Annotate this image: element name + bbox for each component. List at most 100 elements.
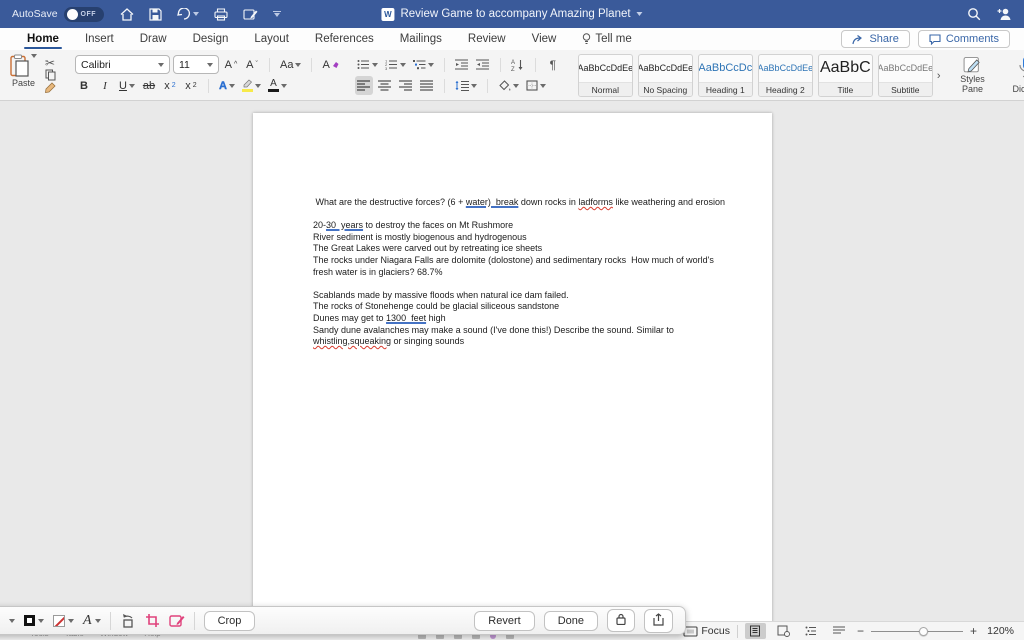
tab-layout[interactable]: Layout bbox=[241, 28, 302, 50]
print-icon[interactable] bbox=[213, 7, 228, 21]
tab-mailings[interactable]: Mailings bbox=[387, 28, 455, 50]
home-icon[interactable] bbox=[120, 7, 134, 21]
rotate-button[interactable] bbox=[120, 613, 136, 628]
style-normal[interactable]: AaBbCcDdEe Normal bbox=[577, 53, 633, 97]
document-line[interactable]: 20-30 years to destroy the faces on Mt R… bbox=[313, 220, 752, 232]
style-heading-2[interactable]: AaBbCcDdEe Heading 2 bbox=[757, 53, 813, 97]
multilevel-list-button[interactable] bbox=[411, 55, 436, 74]
annotate-button[interactable] bbox=[168, 614, 185, 628]
strikethrough-button[interactable]: ab bbox=[140, 76, 158, 95]
save-icon[interactable] bbox=[148, 7, 162, 21]
dictate-button[interactable]: Dictate bbox=[1004, 54, 1024, 96]
style-title[interactable]: AaBbC Title bbox=[817, 53, 873, 97]
zoom-out-button[interactable]: − bbox=[857, 624, 864, 638]
highlight-button[interactable] bbox=[240, 76, 263, 95]
window-title[interactable]: W Review Game to accompany Amazing Plane… bbox=[381, 7, 643, 21]
crop-button[interactable]: Crop bbox=[203, 610, 256, 631]
document-line[interactable]: The rocks under Niagara Falls are dolomi… bbox=[313, 255, 752, 267]
draft-view-button[interactable] bbox=[829, 623, 850, 639]
document-line[interactable]: Scablands made by massive floods when na… bbox=[313, 290, 752, 302]
text-effects-button[interactable]: A bbox=[217, 76, 237, 95]
styles-pane-button[interactable]: Styles Pane bbox=[950, 54, 994, 96]
document-line[interactable]: whistling,squeaking or singing sounds bbox=[313, 336, 752, 348]
font-family-select[interactable]: Calibri bbox=[75, 55, 170, 74]
italic-button[interactable]: I bbox=[96, 76, 114, 95]
font-color-button[interactable]: A bbox=[266, 76, 289, 95]
align-center-button[interactable] bbox=[376, 76, 394, 95]
style-no-spacing[interactable]: AaBbCcDdEe No Spacing bbox=[637, 53, 693, 97]
shape-style-button[interactable] bbox=[24, 615, 44, 626]
align-left-button[interactable] bbox=[354, 76, 373, 95]
document-line[interactable]: What are the destructive forces? (6 + wa… bbox=[313, 197, 752, 209]
subscript-button[interactable]: x2 bbox=[161, 76, 179, 95]
zoom-in-button[interactable]: + bbox=[970, 624, 977, 638]
show-formatting-marks-button[interactable]: ¶ bbox=[544, 55, 562, 74]
clear-formatting-button[interactable]: A bbox=[320, 55, 340, 74]
share-button[interactable]: Share bbox=[841, 30, 910, 48]
text-style-button[interactable]: A bbox=[83, 613, 101, 629]
markup-overflow-chevron-icon[interactable] bbox=[9, 618, 15, 623]
border-color-button[interactable] bbox=[53, 614, 74, 627]
zoom-slider-knob[interactable] bbox=[918, 626, 928, 636]
tab-view[interactable]: View bbox=[519, 28, 570, 50]
numbered-list-button[interactable]: 123 bbox=[383, 55, 408, 74]
document-line[interactable]: fresh water is in glaciers? 68.7% bbox=[313, 267, 752, 279]
decrease-indent-button[interactable] bbox=[453, 55, 471, 74]
bullet-list-button[interactable] bbox=[355, 55, 380, 74]
autosave-toggle[interactable]: OFF bbox=[63, 6, 104, 22]
underline-button[interactable]: U bbox=[117, 76, 137, 95]
justify-button[interactable] bbox=[418, 76, 436, 95]
tab-references[interactable]: References bbox=[302, 28, 387, 50]
tab-design[interactable]: Design bbox=[180, 28, 242, 50]
line-spacing-button[interactable] bbox=[453, 76, 479, 95]
print-layout-view-button[interactable] bbox=[744, 623, 766, 639]
tab-tell-me[interactable]: Tell me bbox=[569, 28, 644, 50]
document-page[interactable]: What are the destructive forces? (6 + wa… bbox=[253, 113, 772, 640]
sort-button[interactable]: AZ bbox=[509, 55, 527, 74]
focus-button[interactable]: Focus bbox=[683, 625, 730, 637]
undo-chevron-icon[interactable] bbox=[192, 12, 199, 16]
tab-draw[interactable]: Draw bbox=[127, 28, 180, 50]
borders-button[interactable] bbox=[524, 76, 548, 95]
tab-review[interactable]: Review bbox=[455, 28, 519, 50]
done-button[interactable]: Done bbox=[543, 610, 598, 631]
superscript-button[interactable]: x2 bbox=[182, 76, 200, 95]
document-line[interactable] bbox=[313, 278, 752, 290]
title-chevron-icon[interactable] bbox=[636, 12, 643, 16]
undo-button[interactable] bbox=[176, 8, 199, 20]
web-layout-view-button[interactable] bbox=[773, 623, 794, 639]
shrink-font-button[interactable]: Aˇ bbox=[243, 55, 261, 74]
account-icon[interactable] bbox=[997, 7, 1012, 21]
lock-button[interactable] bbox=[607, 609, 635, 632]
style-heading-1[interactable]: AaBbCcDc Heading 1 bbox=[697, 53, 753, 97]
tab-insert[interactable]: Insert bbox=[72, 28, 127, 50]
document-line[interactable] bbox=[313, 209, 752, 221]
outline-view-button[interactable] bbox=[801, 623, 822, 639]
font-size-select[interactable]: 11 bbox=[173, 55, 219, 74]
toolbar-overflow-icon[interactable] bbox=[272, 10, 281, 18]
paste-chevron-icon[interactable] bbox=[31, 54, 37, 58]
increase-indent-button[interactable] bbox=[474, 55, 492, 74]
bold-button[interactable]: B bbox=[75, 76, 93, 95]
document-line[interactable]: Sandy dune avalanches may make a sound (… bbox=[313, 325, 752, 337]
cut-icon[interactable]: ✂ bbox=[41, 56, 59, 70]
styles-gallery-more-button[interactable]: › bbox=[937, 54, 941, 97]
comments-button[interactable]: Comments bbox=[917, 30, 1010, 48]
format-painter-icon[interactable] bbox=[41, 82, 59, 95]
share-sheet-button[interactable] bbox=[644, 608, 673, 633]
crop-tool-button[interactable] bbox=[145, 613, 160, 628]
document-text[interactable]: What are the destructive forces? (6 + wa… bbox=[313, 197, 752, 348]
paste-button[interactable]: Paste bbox=[10, 54, 37, 96]
document-line[interactable]: Dunes may get to 1300 feet high bbox=[313, 313, 752, 325]
document-line[interactable]: The Great Lakes were carved out by retre… bbox=[313, 243, 752, 255]
document-line[interactable]: The rocks of Stonehenge could be glacial… bbox=[313, 301, 752, 313]
tab-home[interactable]: Home bbox=[14, 28, 72, 50]
style-subtitle[interactable]: AaBbCcDdEe Subtitle bbox=[877, 53, 933, 97]
document-line[interactable]: River sediment is mostly biogenous and h… bbox=[313, 232, 752, 244]
grow-font-button[interactable]: A ^ bbox=[222, 55, 240, 74]
search-icon[interactable] bbox=[967, 7, 981, 21]
change-case-button[interactable]: Aa bbox=[278, 55, 303, 74]
copy-icon[interactable] bbox=[41, 69, 59, 82]
shading-button[interactable] bbox=[496, 76, 521, 95]
quick-command-pen-icon[interactable] bbox=[242, 8, 258, 21]
